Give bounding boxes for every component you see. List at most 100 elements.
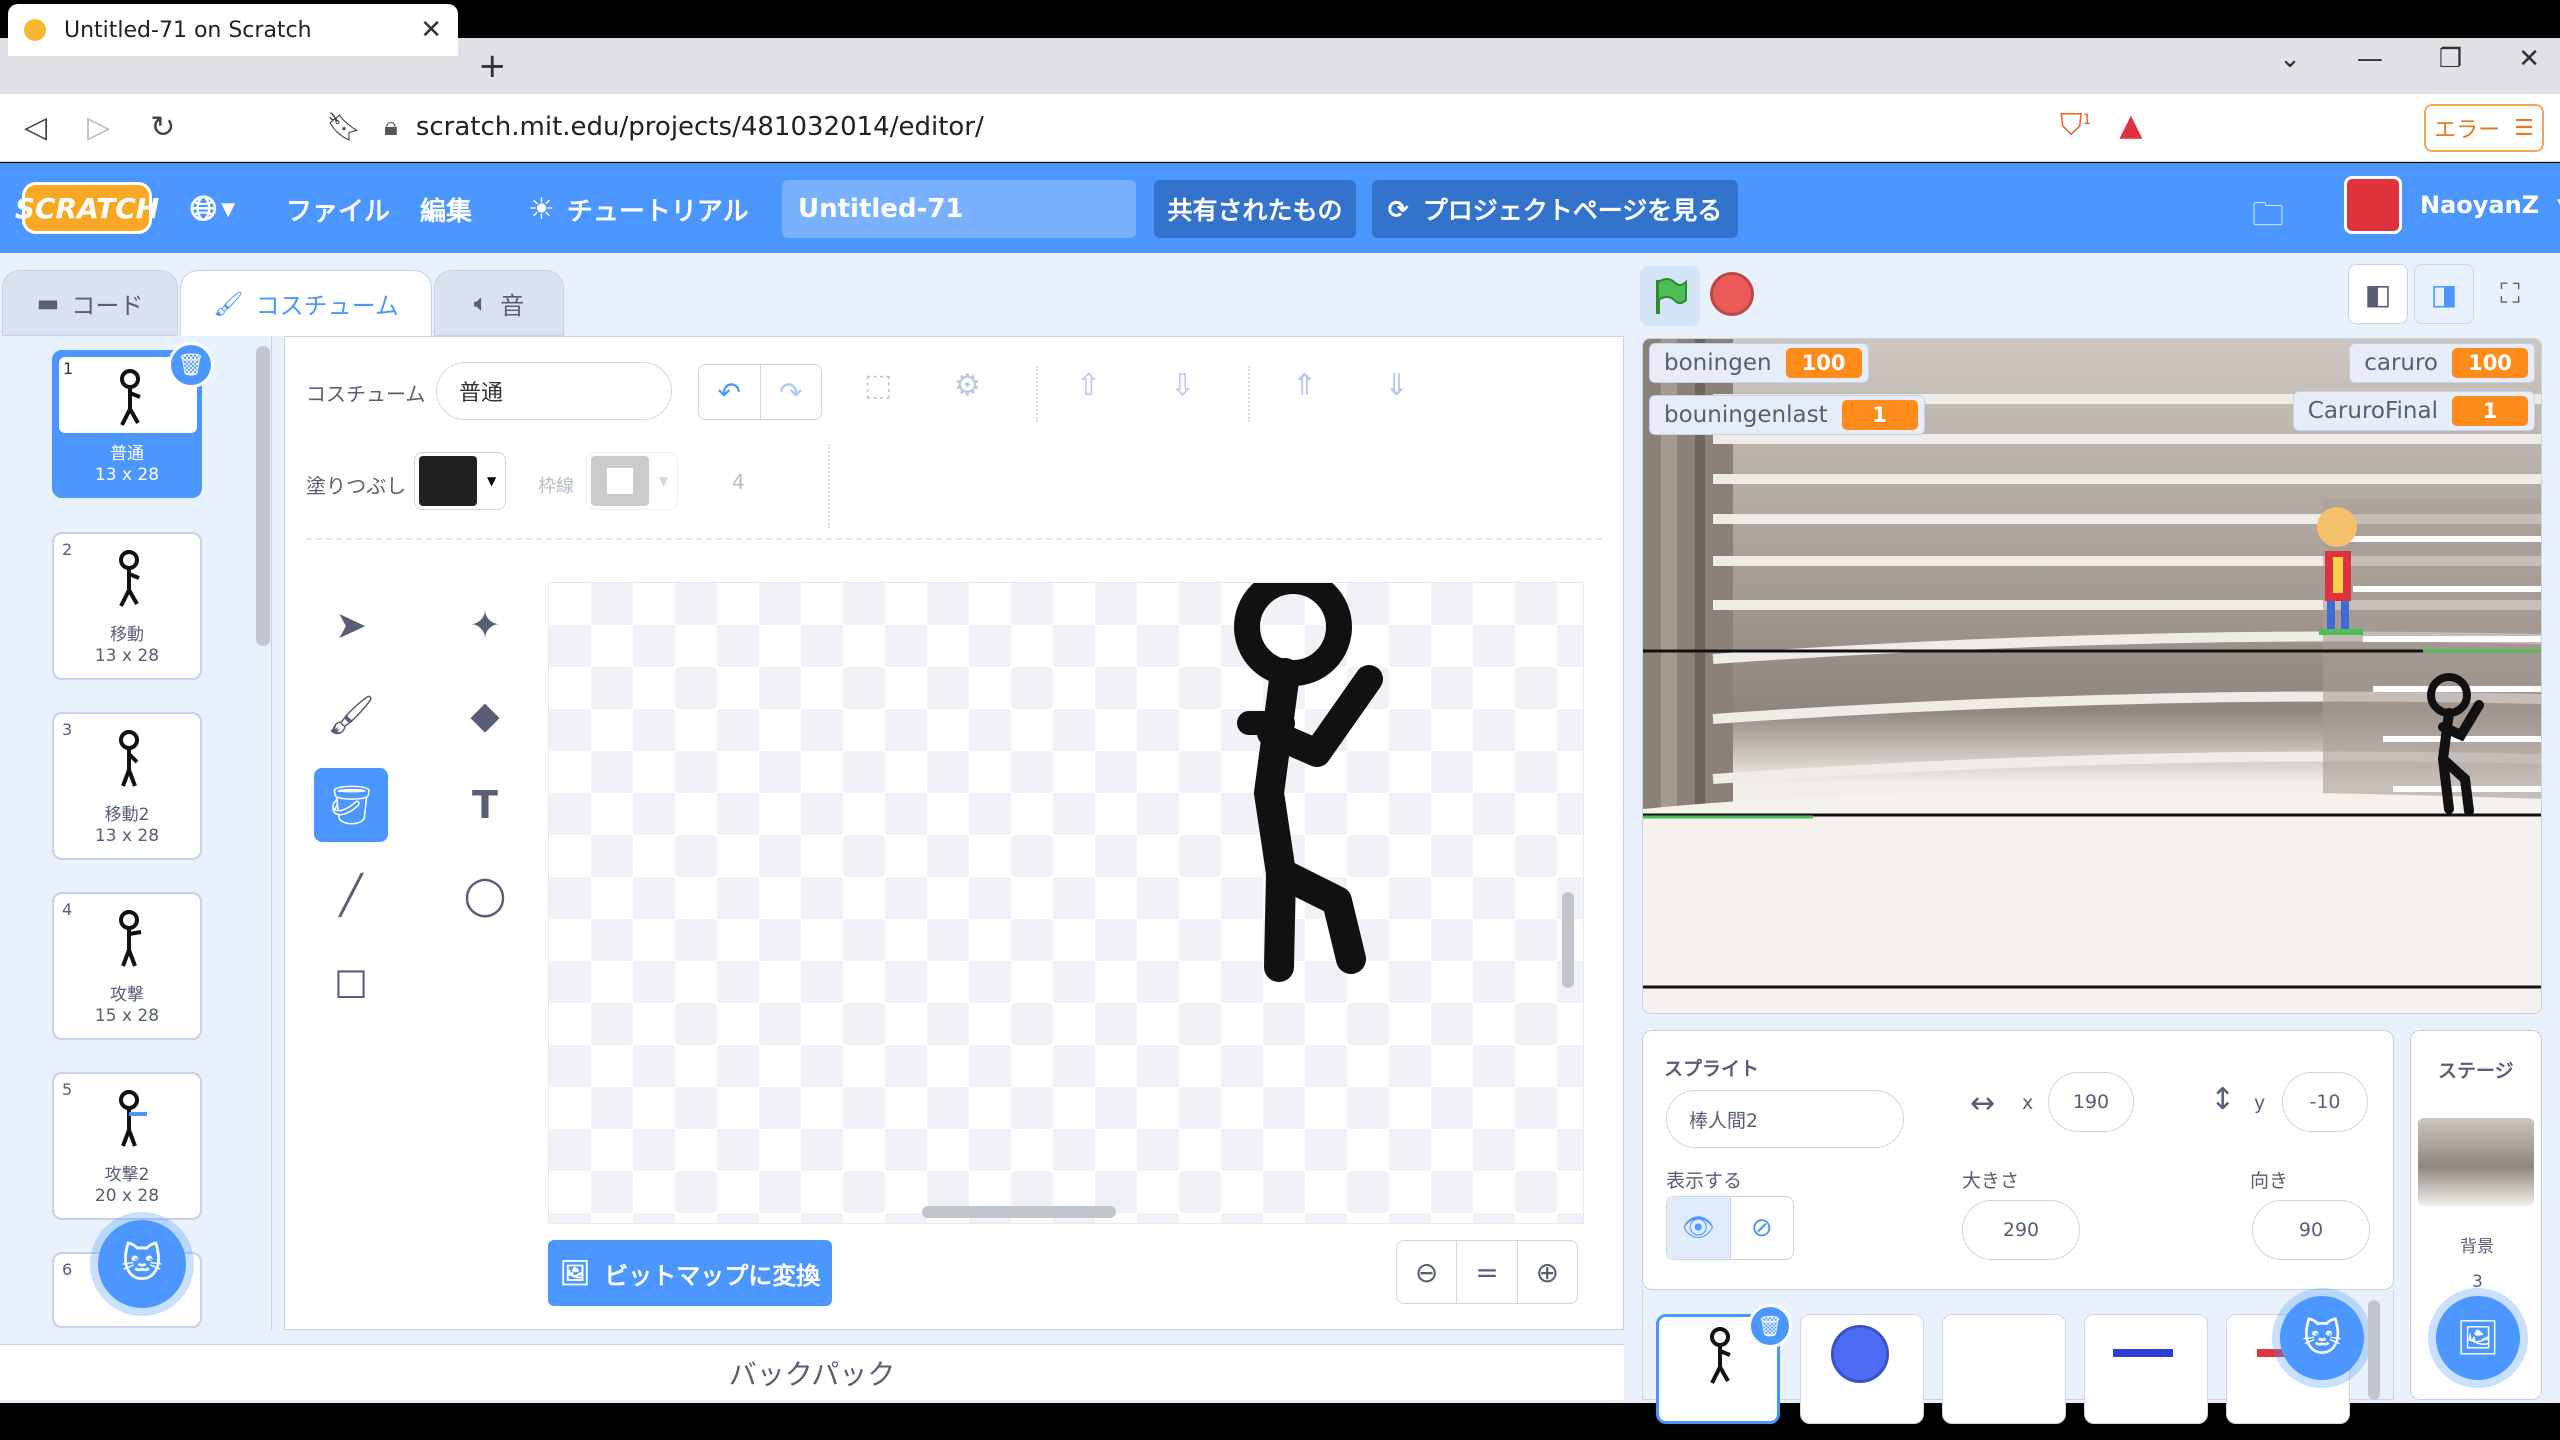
eraser-tool-icon[interactable]: ◆ [448,678,522,752]
costume-item[interactable]: 5 攻撃2 20 x 28 [52,1072,202,1220]
small-stage-icon[interactable]: ◧ [2348,264,2408,324]
select-tool-icon[interactable]: ➤ [314,588,388,662]
my-stuff-folder-icon[interactable]: 🗀 [2252,192,2284,246]
forward-layer-icon[interactable]: ⇧ [1076,368,1101,403]
costume-list-scrollbar[interactable] [256,346,270,646]
new-tab-button[interactable]: + [478,46,507,86]
delete-costume-icon[interactable]: 🗑︎ [168,342,214,388]
zoom-in-icon[interactable]: ⊕ [1516,1241,1577,1303]
avatar [2344,176,2402,234]
choose-costume-button[interactable]: 🐱︎ [98,1220,186,1308]
tab-sound[interactable]: 🔈︎ 音 [434,270,564,336]
window-controls: ⌄ — ❐ ✕ [2279,44,2540,74]
brave-shields-icon[interactable]: ⛉1 [2060,108,2091,143]
account-menu[interactable]: NaoyanZ ▼ [2344,176,2560,234]
show-eye-icon[interactable]: 👁︎ [1667,1197,1730,1259]
group-icon[interactable]: ⬚ [864,368,892,403]
stage[interactable]: boningen 100 bouningenlast 1 caruro 100 Car… [1642,338,2542,1014]
brave-rewards-icon[interactable]: ▲ [2119,108,2142,143]
edit-menu[interactable]: 編集 [420,186,472,232]
fill-tool-icon[interactable]: 🪣︎ [314,768,388,842]
size-input[interactable]: 290 [1962,1200,2080,1260]
tab-close-icon[interactable]: ✕ [420,15,442,45]
close-window-icon[interactable]: ✕ [2518,44,2540,74]
fill-color-picker[interactable]: ▼ [414,452,506,510]
rectangle-tool-icon[interactable]: ☐ [314,948,388,1022]
sprite-thumbnail[interactable] [2084,1314,2208,1424]
costume-item[interactable]: 3 移動2 13 x 28 [52,712,202,860]
tab-costume[interactable]: 🖌︎ コスチューム [180,270,432,336]
browser-tab[interactable]: Untitled-71 on Scratch ✕ [8,4,458,56]
brush-tool-icon[interactable]: 🖌︎ [314,678,388,752]
stop-button[interactable] [1710,272,1754,316]
variable-monitor[interactable]: caruro 100 [2349,343,2535,383]
ungroup-icon[interactable]: ⚙︎ [954,368,981,403]
variable-monitor[interactable]: boningen 100 [1649,343,1869,383]
stick-figure-drawing [1234,568,1383,982]
restore-icon[interactable]: ❐ [2439,44,2462,74]
front-layer-icon[interactable]: ⇑ [1292,368,1317,403]
tutorial-menu[interactable]: ☀ チュートリアル [528,186,749,232]
forward-icon[interactable]: ▷ [87,110,110,145]
tab-search-icon[interactable]: ⌄ [2279,44,2301,74]
back-icon[interactable]: ◁ [24,110,47,145]
choose-sprite-button[interactable]: 🐱︎ [2280,1296,2364,1380]
share-button[interactable]: 共有されたもの [1154,180,1356,238]
project-title-input[interactable]: Untitled-71 [782,180,1136,238]
costume-number: 3 [62,720,73,739]
sprite-thumbnail[interactable] [1942,1314,2066,1424]
variable-monitor[interactable]: CaruroFinal 1 [2292,391,2535,431]
zoom-reset-icon[interactable]: = [1456,1241,1516,1303]
costume-item[interactable]: 2 移動 13 x 28 [52,532,202,680]
canvas-horizontal-scrollbar[interactable] [922,1206,1116,1218]
backward-layer-icon[interactable]: ⇩ [1170,368,1195,403]
costume-item[interactable]: 4 攻撃 15 x 28 [52,892,202,1040]
circle-tool-icon[interactable]: ◯ [448,858,522,932]
stroke-color-picker[interactable]: ▼ [586,452,678,510]
line-tool-icon[interactable]: ╱ [314,858,388,932]
stage-thumbnail[interactable] [2418,1118,2534,1206]
scratch-logo[interactable]: SCRATCH [15,182,159,234]
costume-name: 移動2 [104,805,150,825]
reshape-tool-icon[interactable]: ✦ [448,588,522,662]
canvas-vertical-scrollbar[interactable] [1562,892,1574,988]
green-flag-button[interactable] [1640,266,1700,326]
costume-number: 5 [62,1080,73,1099]
delete-sprite-icon[interactable]: 🗑︎ [1748,1304,1792,1348]
stick-figure-icon [119,1090,147,1147]
reload-icon[interactable]: ↻ [150,110,175,145]
variable-monitor[interactable]: bouningenlast 1 [1649,395,1925,435]
sprite-thumbnail[interactable] [1800,1314,1924,1424]
cat-plus-icon: 🐱︎ [121,1241,163,1287]
paint-canvas[interactable] [548,568,1584,1224]
direction-input[interactable]: 90 [2252,1200,2370,1260]
choose-backdrop-button[interactable]: 🖼︎ [2436,1296,2520,1380]
backpack[interactable]: バックパック [0,1344,1624,1400]
file-menu[interactable]: ファイル [286,186,390,232]
stroke-width-input[interactable]: 4 [732,470,745,494]
see-project-page-button[interactable]: ⟳ プロジェクトページを見る [1372,180,1738,238]
zoom-out-icon[interactable]: ⊖ [1397,1241,1456,1303]
normal-stage-icon[interactable]: ◨ [2414,264,2474,324]
undo-icon[interactable]: ↶ [699,365,760,419]
bookmark-icon[interactable]: 🔖︎ [326,110,362,143]
tab-sound-label: 音 [500,291,525,320]
y-position-input[interactable]: -10 [2282,1072,2368,1132]
convert-to-bitmap-button[interactable]: 🖼︎ ビットマップに変換 [548,1240,832,1306]
x-position-input[interactable]: 190 [2048,1072,2134,1132]
back-layer-icon[interactable]: ⇓ [1384,368,1409,403]
costume-name-input[interactable]: 普通 [436,362,672,420]
backdrop-count: 3 [2472,1272,2483,1292]
redo-icon[interactable]: ↷ [759,365,822,419]
minimize-icon[interactable]: — [2357,44,2383,74]
hide-eye-icon[interactable]: ⊘ [1729,1197,1794,1259]
fullscreen-icon[interactable]: ⛶ [2480,264,2540,324]
url-field[interactable]: 🔒︎ scratch.mit.edu/projects/481032014/ed… [384,102,2044,152]
text-tool-icon[interactable]: T [448,768,522,842]
error-button[interactable]: エラー ☰ [2424,104,2544,152]
sprite-list-scrollbar[interactable] [2368,1300,2380,1400]
sprite-name-input[interactable]: 棒人間2 [1666,1090,1904,1148]
tab-code[interactable]: ▬ コード [2,270,178,336]
globe-icon: 🌐︎ [190,189,218,229]
language-menu[interactable]: 🌐︎ ▼ [190,186,235,232]
